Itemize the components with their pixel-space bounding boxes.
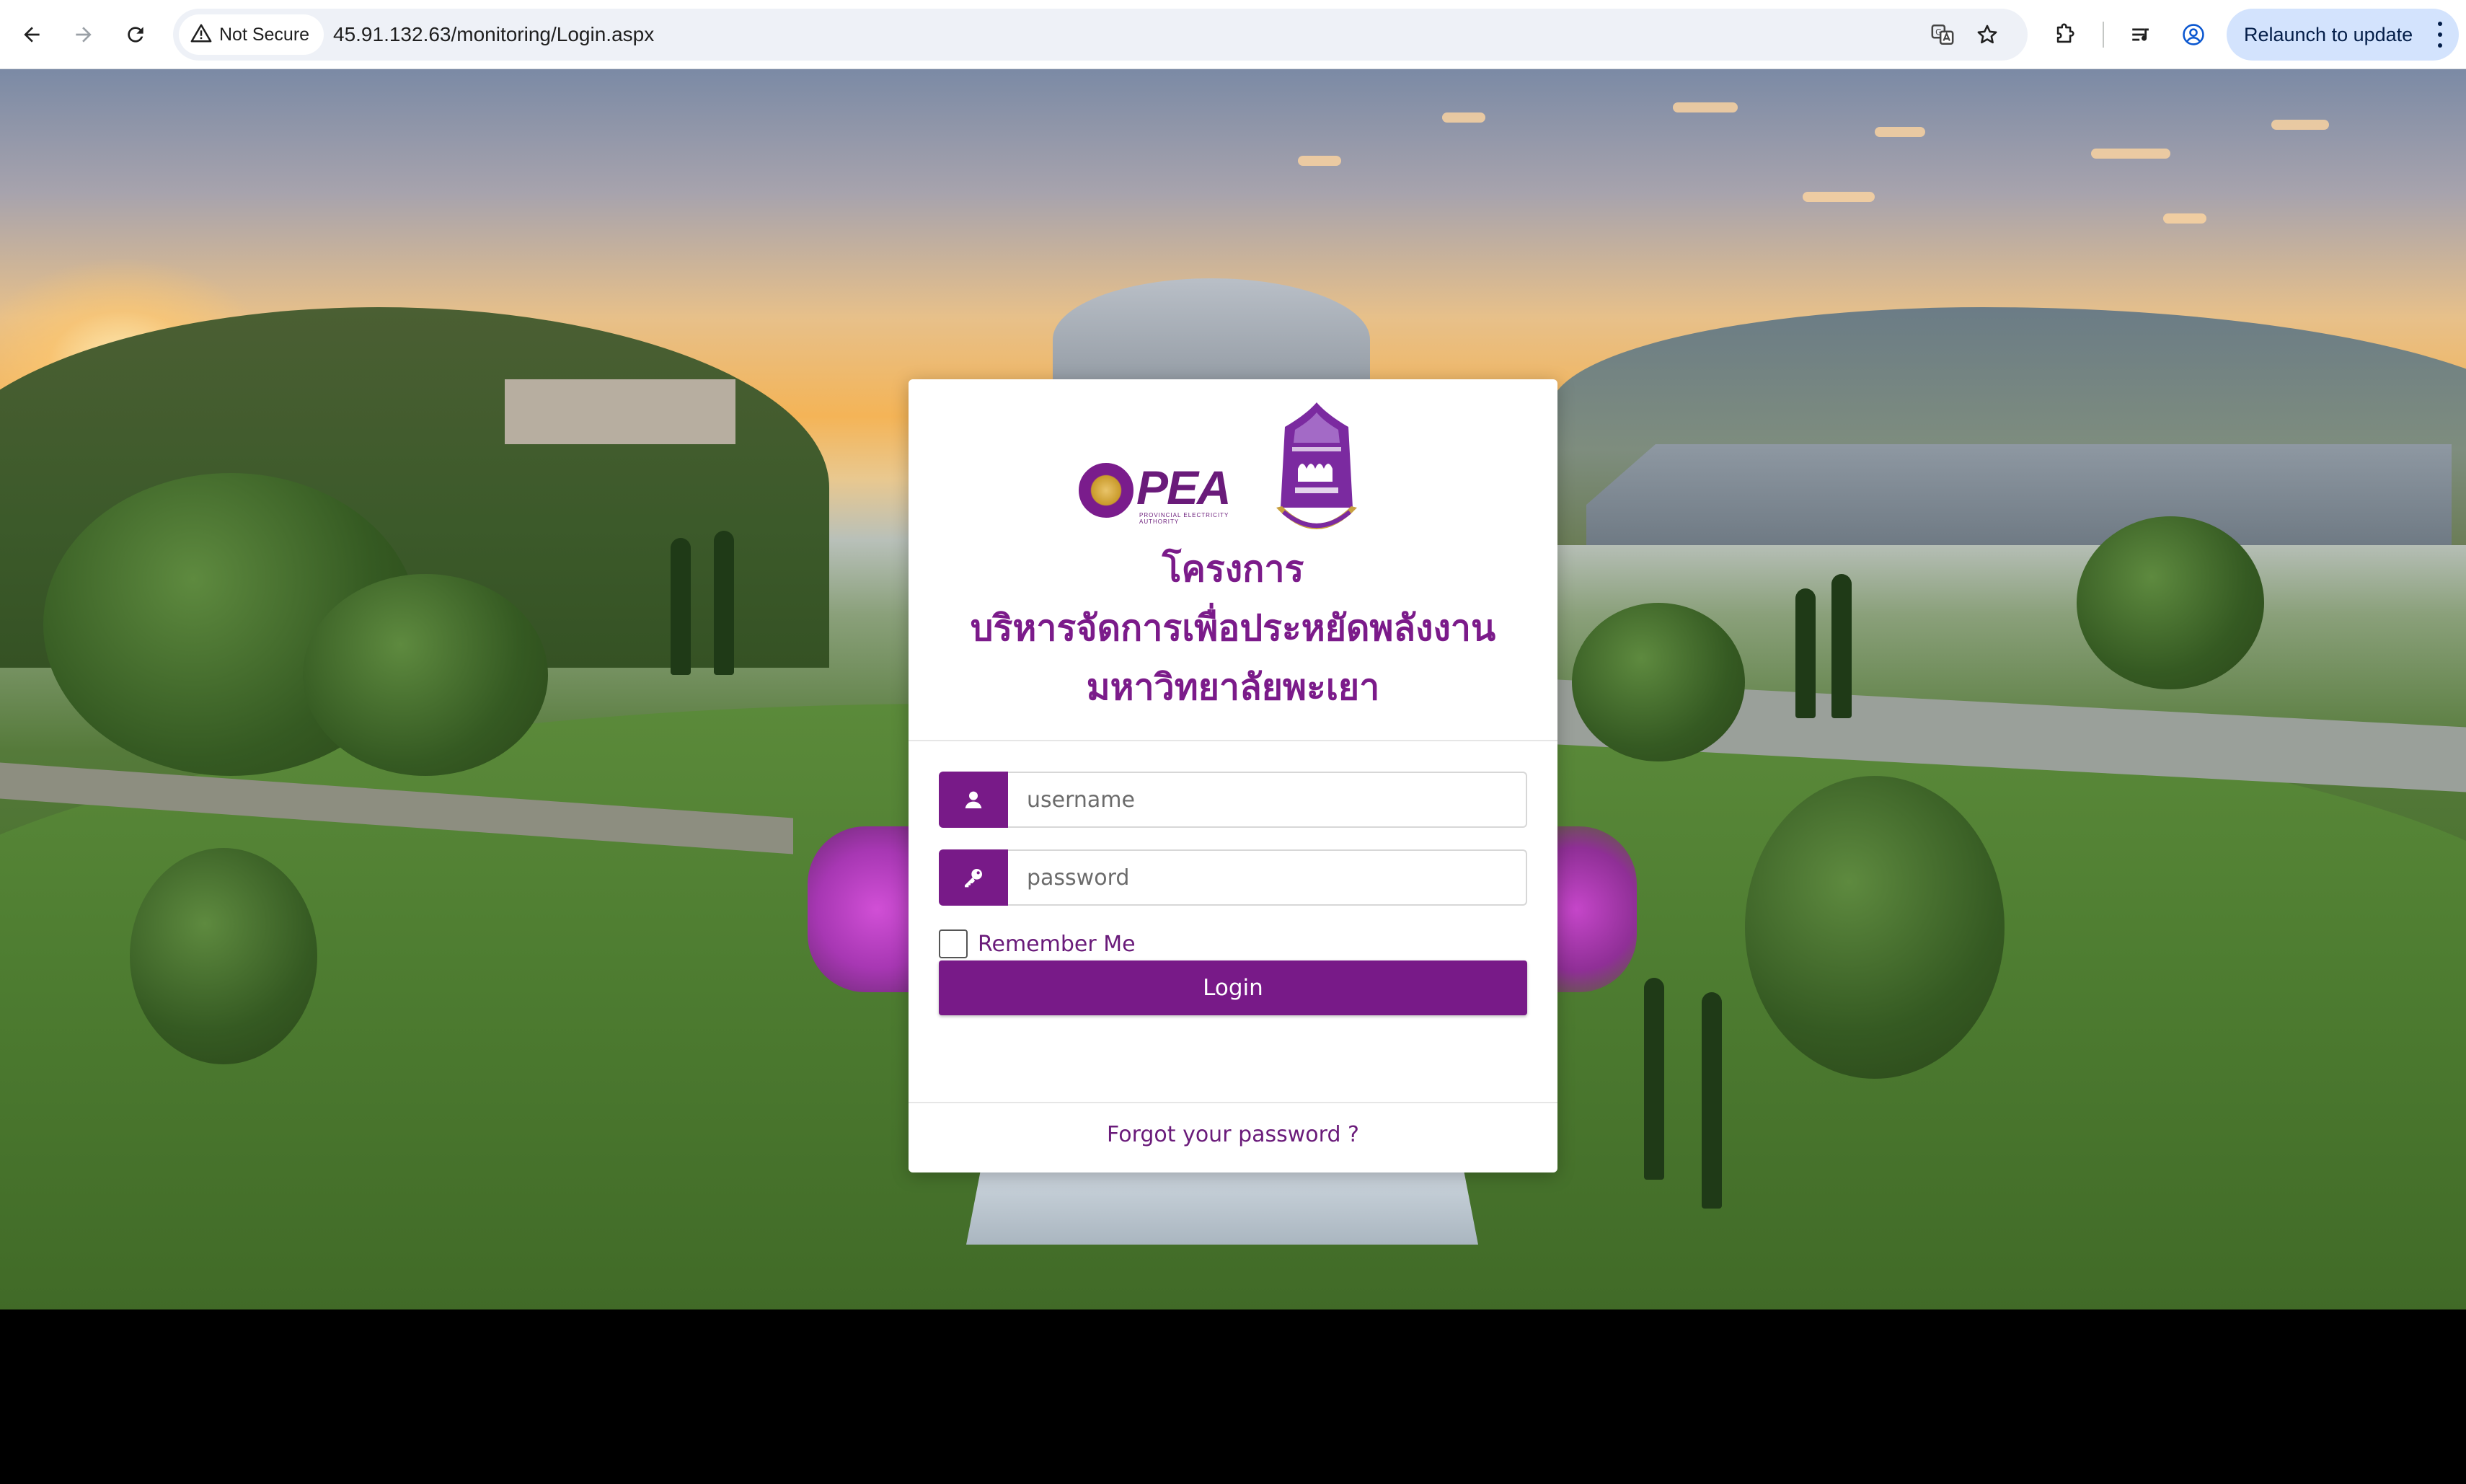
pea-logo-subtext: PROVINCIAL ELECTRICITY AUTHORITY	[1139, 512, 1229, 525]
star-icon[interactable]	[1971, 19, 2003, 50]
password-input[interactable]	[1008, 849, 1527, 906]
cloud	[1442, 112, 1485, 123]
forgot-password-link[interactable]: Forgot your password ?	[909, 1122, 1557, 1147]
relaunch-label: Relaunch to update	[2244, 23, 2413, 45]
cloud	[1875, 127, 1925, 137]
university-seal-icon	[1276, 402, 1357, 529]
monument-steps	[966, 1165, 1478, 1245]
tree	[1745, 776, 2005, 1079]
username-input[interactable]	[1008, 772, 1527, 828]
tree	[303, 574, 548, 776]
divider	[909, 1102, 1557, 1103]
cloud	[1298, 156, 1341, 166]
cloud	[2091, 149, 2170, 159]
cloud	[1673, 102, 1738, 112]
profile-icon[interactable]	[2173, 14, 2214, 55]
tree	[2077, 516, 2264, 689]
cypress-tree	[1795, 588, 1816, 718]
reload-icon[interactable]	[115, 14, 156, 55]
security-label: Not Secure	[219, 24, 310, 45]
relaunch-button[interactable]: Relaunch to update	[2227, 9, 2459, 61]
title-line-3: มหาวิทยาลัยพะเยา	[1086, 666, 1380, 708]
user-icon	[939, 772, 1008, 828]
extensions-icon[interactable]	[2045, 14, 2085, 55]
address-bar[interactable]: Not Secure 45.91.132.63/monitoring/Login…	[173, 9, 2028, 61]
username-group	[939, 772, 1527, 828]
password-group	[939, 849, 1527, 906]
flower-bed	[1550, 826, 1637, 992]
cloud	[2163, 213, 2206, 224]
cypress-tree	[1831, 574, 1852, 718]
pea-logo-text: PEA	[1136, 461, 1232, 514]
divider	[909, 740, 1557, 741]
warning-icon	[190, 22, 212, 47]
forward-icon[interactable]	[63, 14, 104, 55]
login-card: PEA PROVINCIAL ELECTRICITY AUTHORITY โคร…	[909, 379, 1557, 1172]
project-title: โครงการ บริหารจัดการเพื่อประหยัดพลังงาน …	[909, 539, 1557, 717]
cypress-tree	[1702, 992, 1722, 1209]
pea-logo: PEA PROVINCIAL ELECTRICITY AUTHORITY	[1079, 460, 1241, 525]
title-line-2: บริหารจัดการเพื่อประหยัดพลังงาน	[970, 607, 1496, 649]
page-bottom-area	[0, 1309, 2466, 1484]
key-icon	[939, 849, 1008, 906]
tree	[130, 848, 317, 1064]
tree	[1572, 603, 1745, 761]
browser-toolbar: Not Secure 45.91.132.63/monitoring/Login…	[0, 0, 2466, 69]
building	[505, 379, 735, 444]
remember-label[interactable]: Remember Me	[978, 932, 1136, 957]
logo-row: PEA PROVINCIAL ELECTRICITY AUTHORITY	[909, 399, 1557, 544]
remember-checkbox[interactable]	[939, 929, 968, 958]
cypress-tree	[1644, 978, 1664, 1180]
security-chip[interactable]: Not Secure	[179, 14, 324, 55]
toolbar-separator	[2103, 22, 2104, 48]
media-controls-icon[interactable]	[2121, 14, 2162, 55]
remember-me[interactable]: Remember Me	[939, 929, 1136, 959]
url-text[interactable]: 45.91.132.63/monitoring/Login.aspx	[333, 9, 654, 61]
building	[1586, 444, 2452, 545]
cypress-tree	[671, 538, 691, 675]
pea-emblem-icon	[1079, 463, 1133, 518]
cloud	[1803, 192, 1875, 202]
more-menu-icon[interactable]	[2437, 22, 2443, 48]
back-icon[interactable]	[12, 14, 52, 55]
cloud	[2271, 120, 2329, 130]
title-line-1: โครงการ	[1162, 548, 1304, 590]
login-button[interactable]: Login	[939, 960, 1527, 1015]
flower-bed	[808, 826, 923, 992]
translate-icon[interactable]: G	[1927, 19, 1958, 50]
cypress-tree	[714, 531, 734, 675]
